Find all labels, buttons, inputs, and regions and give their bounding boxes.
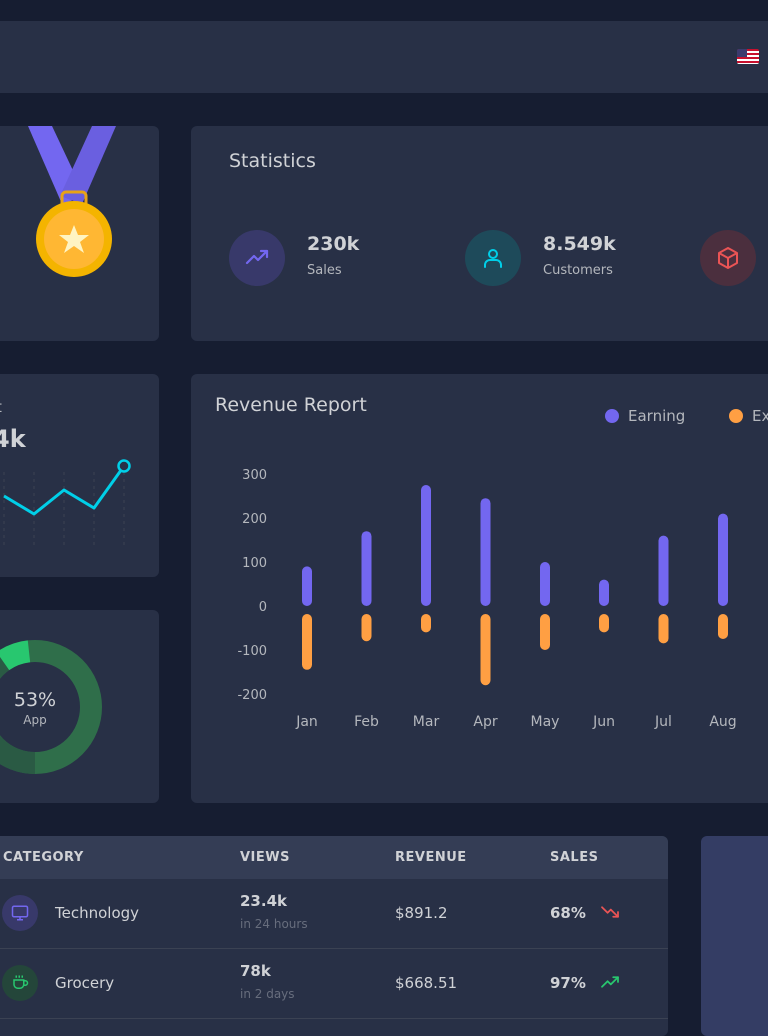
bar-earning <box>480 498 491 606</box>
bar-expense <box>599 614 609 633</box>
bar-earning <box>599 579 609 606</box>
stat-value: 8.549k <box>543 233 616 255</box>
x-tick-label: Jul <box>654 714 672 730</box>
y-tick-label: -100 <box>237 644 267 659</box>
box-icon <box>700 230 756 286</box>
x-tick-label: Jun <box>592 714 615 730</box>
bar-expense <box>361 614 372 642</box>
donut-label: App <box>23 713 47 727</box>
stat-customers: 8.549k Customers <box>465 230 665 286</box>
bar-expense <box>421 614 431 633</box>
medal-icon <box>28 126 116 277</box>
us-flag-icon[interactable] <box>737 49 759 64</box>
table-header: CATEGORY VIEWS REVENUE SALES <box>0 836 668 879</box>
table-row[interactable]: Technology 23.4k in 24 hours $891.2 68% <box>0 879 668 949</box>
bar-earning <box>361 531 372 606</box>
y-tick-label: -200 <box>237 688 267 703</box>
col-category[interactable]: CATEGORY <box>3 850 84 865</box>
coffee-icon <box>2 965 38 1001</box>
stat-sales: 230k Sales <box>229 230 429 286</box>
app-donut-card: 53% App <box>0 610 159 803</box>
x-tick-label: Feb <box>354 714 379 730</box>
stat-label: Customers <box>543 263 613 278</box>
sales-value: 68% <box>550 904 586 922</box>
x-tick-label: May <box>531 714 560 730</box>
trending-up-icon <box>229 230 285 286</box>
donut-percent: 53% <box>13 689 57 711</box>
monitor-icon <box>2 895 38 931</box>
bar-expense <box>658 614 669 644</box>
table-row[interactable]: Grocery 78k in 2 days $668.51 97% <box>0 949 668 1019</box>
revenue-report-card: Revenue Report Earning Ex 300 200 100 0 -100… <box>191 374 768 803</box>
x-tick-label: Jan <box>295 714 318 730</box>
profit-line-card: t 4k <box>0 374 159 577</box>
col-views[interactable]: VIEWS <box>240 850 290 865</box>
views-value: 23.4k <box>240 892 287 910</box>
stat-label: Sales <box>307 263 342 278</box>
bar-expense <box>480 614 491 686</box>
bar-earning <box>302 566 312 606</box>
bar-earning <box>658 535 669 606</box>
col-revenue[interactable]: REVENUE <box>395 850 467 865</box>
side-card <box>701 836 768 1036</box>
y-tick-label: 0 <box>259 600 267 615</box>
bar-earning <box>421 485 431 606</box>
y-tick-label: 100 <box>242 556 267 571</box>
bar-expense <box>540 614 550 650</box>
bar-earning <box>718 513 728 606</box>
bar-expense <box>302 614 312 670</box>
views-value: 78k <box>240 962 271 980</box>
revenue-value: $668.51 <box>395 974 458 992</box>
col-sales[interactable]: SALES <box>550 850 598 865</box>
statistics-card: Statistics 230k Sales 8.549k Customers <box>191 126 768 341</box>
sales-value: 97% <box>550 974 586 992</box>
x-tick-label: Mar <box>413 714 440 730</box>
statistics-title: Statistics <box>229 150 316 172</box>
y-tick-label: 200 <box>242 512 267 527</box>
revenue-bar-chart: 300 200 100 0 -100 -200 Jan Feb Mar Apr May Jun Jul A… <box>237 468 736 730</box>
stat-products <box>700 230 768 286</box>
bar-expense <box>718 614 728 639</box>
revenue-value: $891.2 <box>395 904 448 922</box>
trending-up-icon <box>601 976 619 988</box>
bar-earning <box>540 562 550 606</box>
data-point <box>117 459 131 473</box>
x-tick-label: Aug <box>709 714 736 730</box>
profit-line-chart <box>3 459 131 549</box>
congratulations-card <box>0 126 159 341</box>
views-period: in 2 days <box>240 987 295 1001</box>
category-name: Grocery <box>55 974 115 992</box>
stat-value: 230k <box>307 233 360 255</box>
category-name: Technology <box>55 904 140 922</box>
trending-down-icon <box>601 906 619 918</box>
company-table: CATEGORY VIEWS REVENUE SALES Technology … <box>0 836 668 1036</box>
x-tick-label: Apr <box>473 714 497 730</box>
views-period: in 24 hours <box>240 917 308 931</box>
user-icon <box>465 230 521 286</box>
navbar <box>0 21 768 93</box>
y-tick-label: 300 <box>242 468 267 483</box>
